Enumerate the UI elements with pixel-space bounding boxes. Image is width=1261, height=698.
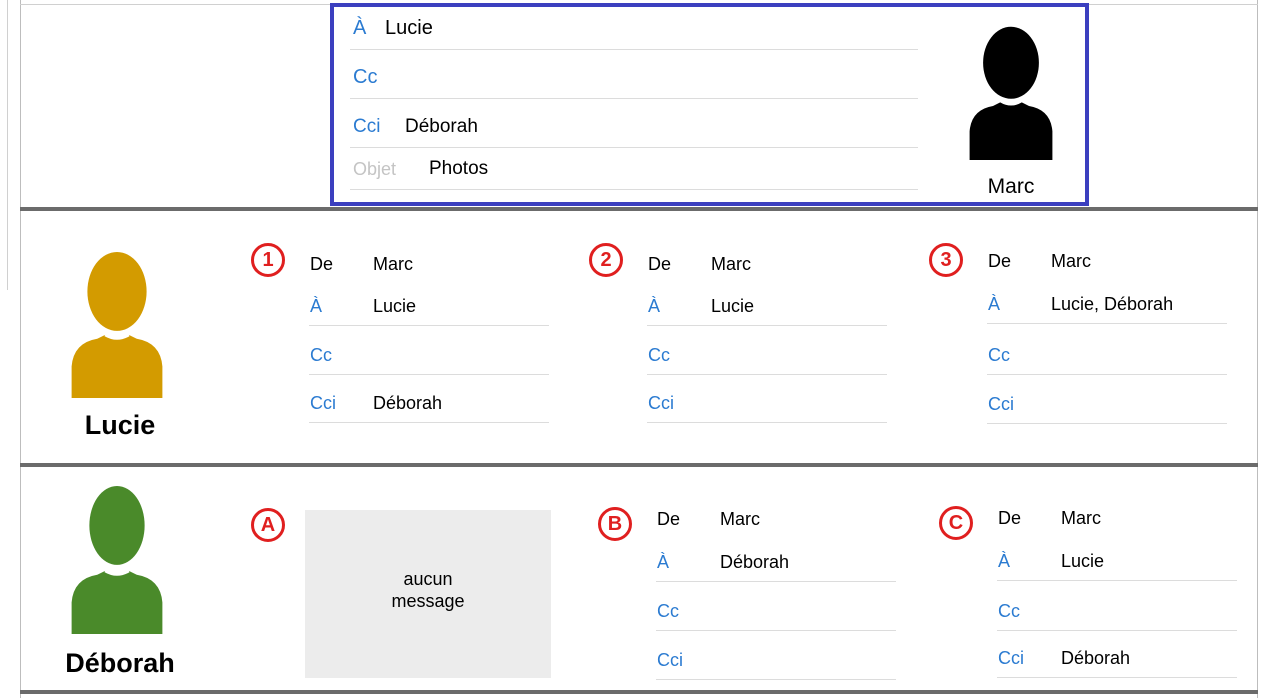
mail-badge: B bbox=[598, 507, 632, 541]
mail-badge: A bbox=[251, 508, 285, 542]
mail-bcc-row: Cci Déborah bbox=[309, 386, 549, 423]
mail-cc-row: Cc bbox=[987, 338, 1227, 375]
from-label: De bbox=[988, 251, 1012, 271]
empty-message-line-2: message bbox=[391, 591, 465, 611]
lucie-name: Lucie bbox=[84, 410, 156, 440]
mail-to-row: À Déborah bbox=[656, 545, 896, 582]
bcc-value: Déborah bbox=[1061, 648, 1131, 668]
from-value: Marc bbox=[1051, 251, 1091, 271]
lucie-avatar-icon bbox=[71, 251, 163, 398]
compose-bcc-row[interactable]: Cci Déborah bbox=[350, 116, 918, 148]
bcc-label: Cci bbox=[648, 393, 674, 413]
to-value: Lucie bbox=[385, 17, 433, 39]
to-value: Lucie, Déborah bbox=[1051, 294, 1174, 314]
to-label: À bbox=[310, 296, 323, 316]
bcc-value: Déborah bbox=[373, 393, 443, 413]
to-value: Lucie bbox=[711, 296, 755, 316]
mail-from-row: De Marc bbox=[997, 501, 1237, 537]
deborah-avatar-icon bbox=[71, 486, 163, 634]
empty-message: aucun message bbox=[305, 568, 551, 612]
bcc-value: Déborah bbox=[405, 116, 478, 137]
bcc-label: Cci bbox=[988, 394, 1014, 414]
mail-to-row: À Lucie bbox=[997, 544, 1237, 581]
section-divider-2 bbox=[20, 463, 1258, 467]
cc-label: Cc bbox=[998, 601, 1020, 621]
mail-cc-row: Cc bbox=[309, 338, 549, 375]
deborah-name: Déborah bbox=[65, 648, 175, 678]
mail-to-row: À Lucie bbox=[647, 289, 887, 326]
mail-bcc-row: Cci Déborah bbox=[997, 641, 1237, 678]
empty-message-line-1: aucun bbox=[403, 569, 453, 589]
mail-from-row: De Marc bbox=[309, 247, 549, 283]
to-label: À bbox=[657, 552, 670, 572]
from-value: Marc bbox=[373, 254, 413, 274]
mail-bcc-row: Cci bbox=[656, 643, 896, 680]
from-value: Marc bbox=[711, 254, 751, 274]
mail-cc-row: Cc bbox=[997, 594, 1237, 631]
from-value: Marc bbox=[720, 509, 760, 529]
mail-from-row: De Marc bbox=[647, 247, 887, 283]
section-divider-3 bbox=[20, 690, 1258, 694]
from-label: De bbox=[657, 509, 681, 529]
frame-left-border bbox=[20, 0, 21, 698]
mail-badge: 2 bbox=[589, 243, 623, 277]
compose-cc-row[interactable]: Cc bbox=[350, 66, 918, 99]
mail-bcc-row: Cci bbox=[647, 386, 887, 423]
compose-window: À Lucie Cc Cci Déborah Objet Photos Marc bbox=[330, 3, 1089, 206]
to-value: Lucie bbox=[1061, 551, 1105, 571]
mail-badge: 1 bbox=[251, 243, 285, 277]
sender-avatar-icon bbox=[969, 26, 1053, 160]
section-divider-1 bbox=[20, 207, 1258, 211]
frame-right-border bbox=[1257, 0, 1258, 698]
mail-cc-row: Cc bbox=[656, 594, 896, 631]
to-label: À bbox=[988, 294, 1001, 314]
from-value: Marc bbox=[1061, 508, 1101, 528]
to-label: À bbox=[648, 296, 661, 316]
from-label: De bbox=[310, 254, 334, 274]
from-label: De bbox=[998, 508, 1022, 528]
mail-from-row: De Marc bbox=[656, 502, 896, 538]
mail-badge: 3 bbox=[929, 243, 963, 277]
subject-value: Photos bbox=[429, 158, 489, 179]
to-label: À bbox=[998, 551, 1011, 571]
mail-bcc-row: Cci bbox=[987, 387, 1227, 424]
bcc-label: Cci bbox=[998, 648, 1024, 668]
cc-label: Cc bbox=[657, 601, 679, 621]
frame-inner-left-border bbox=[7, 0, 8, 290]
bcc-label: Cci bbox=[353, 116, 381, 137]
compose-to-row[interactable]: À Lucie bbox=[350, 17, 918, 50]
bcc-label: Cci bbox=[657, 650, 683, 670]
mail-from-row: De Marc bbox=[987, 244, 1227, 280]
to-value: Lucie bbox=[373, 296, 417, 316]
compose-subject-row[interactable]: Objet Photos bbox=[350, 157, 918, 190]
cc-label: Cc bbox=[353, 66, 378, 88]
bcc-label: Cci bbox=[310, 393, 336, 413]
mail-cc-row: Cc bbox=[647, 338, 887, 375]
cc-label: Cc bbox=[648, 345, 670, 365]
to-label: À bbox=[353, 17, 367, 39]
cc-label: Cc bbox=[988, 345, 1010, 365]
mail-badge: C bbox=[939, 506, 973, 540]
empty-mailbox: aucun message bbox=[305, 510, 551, 678]
mail-to-row: À Lucie bbox=[309, 289, 549, 326]
from-label: De bbox=[648, 254, 672, 274]
mail-to-row: À Lucie, Déborah bbox=[987, 287, 1227, 324]
subject-label: Objet bbox=[353, 159, 397, 179]
cc-label: Cc bbox=[310, 345, 332, 365]
to-value: Déborah bbox=[720, 552, 790, 572]
sender-name: Marc bbox=[987, 175, 1035, 198]
